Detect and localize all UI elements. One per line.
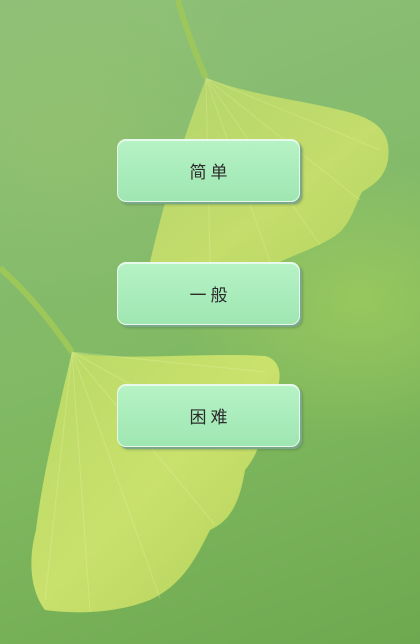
easy-button[interactable]: 简单 xyxy=(117,139,300,202)
hard-button[interactable]: 困难 xyxy=(117,384,300,447)
easy-button-label: 简单 xyxy=(189,163,232,183)
normal-button-label: 一般 xyxy=(189,286,232,306)
normal-button[interactable]: 一般 xyxy=(117,262,300,325)
hard-button-label: 困难 xyxy=(189,408,232,428)
